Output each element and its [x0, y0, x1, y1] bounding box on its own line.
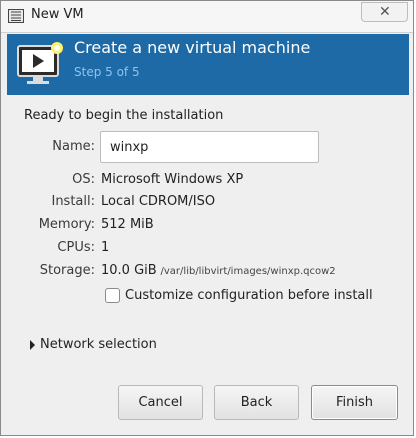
cpus-label: CPUs:: [57, 240, 95, 255]
storage-value: 10.0 GiB /var/lib/libvirt/images/winxp.q…: [101, 263, 336, 278]
new-vm-dialog: New VM ✕ Create a new virtual machine St…: [0, 0, 414, 436]
back-button[interactable]: Back: [214, 385, 299, 420]
close-icon: ✕: [379, 4, 391, 20]
cpus-value: 1: [101, 240, 110, 255]
title-bar[interactable]: New VM ✕: [1, 1, 413, 33]
new-vm-icon: [17, 42, 63, 84]
window-title: New VM: [31, 7, 84, 22]
name-input[interactable]: [100, 131, 319, 163]
virt-manager-icon: [8, 9, 24, 23]
wizard-step: Step 5 of 5: [74, 65, 140, 79]
wizard-title: Create a new virtual machine: [74, 38, 311, 57]
customize-label[interactable]: Customize configuration before install: [125, 288, 373, 303]
storage-path: /var/lib/libvirt/images/winxp.qcow2: [160, 266, 336, 277]
install-label: Install:: [51, 194, 95, 209]
os-label: OS:: [72, 172, 95, 187]
wizard-header: Create a new virtual machine Step 5 of 5: [7, 34, 409, 95]
customize-checkbox[interactable]: [105, 288, 120, 303]
install-value: Local CDROM/ISO: [101, 194, 216, 209]
os-value: Microsoft Windows XP: [101, 172, 244, 187]
cancel-button[interactable]: Cancel: [118, 385, 203, 420]
close-button[interactable]: ✕: [361, 2, 408, 22]
storage-label: Storage:: [39, 263, 95, 278]
finish-button[interactable]: Finish: [311, 385, 398, 420]
memory-label: Memory:: [38, 217, 95, 232]
expander-arrow-icon[interactable]: [30, 340, 35, 350]
summary-heading: Ready to begin the installation: [24, 108, 224, 123]
memory-value: 512 MiB: [101, 217, 154, 232]
network-selection-expander[interactable]: Network selection: [40, 337, 157, 352]
name-label: Name:: [52, 139, 95, 154]
storage-size: 10.0 GiB: [101, 263, 157, 278]
